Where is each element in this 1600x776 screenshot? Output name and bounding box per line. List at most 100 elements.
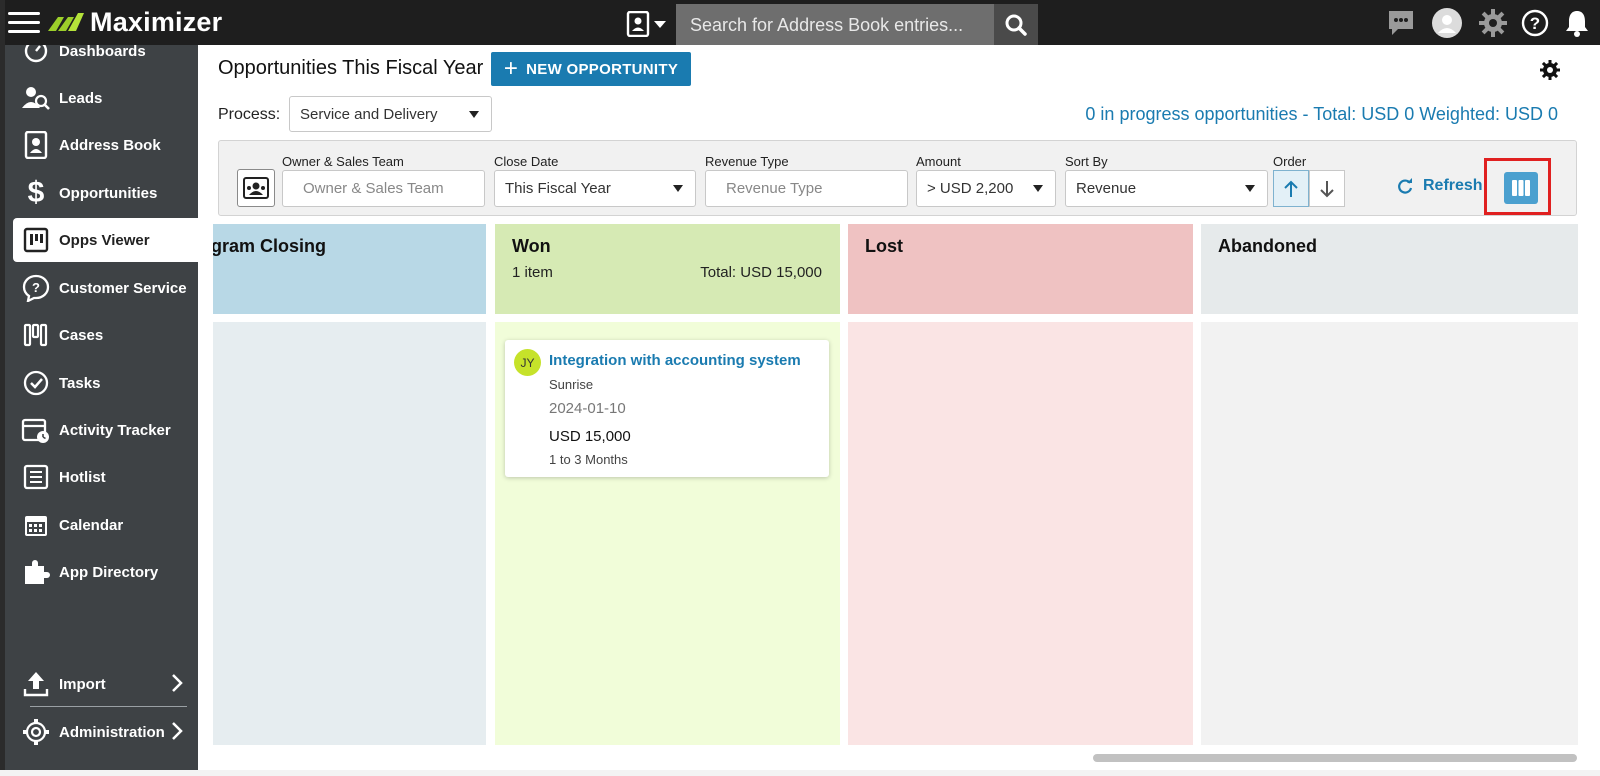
column-header: Lost: [848, 224, 1193, 314]
opportunities-summary[interactable]: 0 in progress opportunities - Total: USD…: [1085, 104, 1558, 125]
plus-icon: +: [503, 55, 519, 82]
bell-icon[interactable]: [1560, 6, 1594, 40]
chevron-right-icon: [172, 722, 183, 740]
caret-down-icon: [673, 185, 683, 192]
horizontal-scrollbar[interactable]: [1093, 754, 1577, 762]
column-body: [1201, 322, 1578, 745]
column-body: JY Integration with accounting system Su…: [495, 322, 840, 745]
process-value: Service and Delivery: [300, 106, 438, 123]
chat-icon[interactable]: [1384, 6, 1418, 40]
column-header: Won 1 item Total: USD 15,000: [495, 224, 840, 314]
calendar-icon: [19, 508, 53, 542]
sidebar-item-calendar[interactable]: Calendar: [13, 503, 198, 547]
opportunity-date: 2024-01-10: [549, 400, 626, 417]
maximizer-logo-icon: [48, 13, 84, 31]
sidebar-item-label: Address Book: [59, 136, 161, 154]
refresh-icon: [1398, 178, 1413, 194]
sort-ascending-button[interactable]: [1273, 170, 1309, 207]
sidebar-item-opportunities[interactable]: $ Opportunities: [13, 171, 198, 215]
amount-select[interactable]: > USD 2,200: [916, 170, 1056, 207]
caret-down-icon: [1245, 185, 1255, 192]
sort-by-value: Revenue: [1076, 180, 1137, 197]
owner-picker-button[interactable]: [237, 169, 275, 207]
cases-icon: [19, 318, 53, 352]
svg-text:?: ?: [32, 280, 40, 295]
revenue-type-label: Revenue Type: [705, 154, 789, 169]
process-label: Process:: [218, 106, 281, 123]
menu-icon[interactable]: [8, 12, 40, 36]
list-icon: [19, 460, 53, 494]
sidebar-item-hotlist[interactable]: Hotlist: [13, 455, 198, 499]
dollar-icon: $: [27, 176, 45, 209]
opportunity-title-link[interactable]: Integration with accounting system: [549, 352, 801, 369]
address-book-dropdown-icon[interactable]: [626, 10, 674, 38]
column-count: 1 item: [512, 264, 553, 281]
sidebar-item-label: Customer Service: [59, 279, 187, 297]
svg-text:?: ?: [1530, 14, 1540, 33]
sidebar-item-cases[interactable]: Cases: [13, 313, 198, 357]
amount-label: Amount: [916, 154, 961, 169]
sidebar-item-label: Leads: [59, 89, 103, 107]
search-button[interactable]: [994, 4, 1038, 45]
owner-filter-input[interactable]: Owner & Sales Team: [282, 170, 485, 207]
gear-icon[interactable]: [1476, 6, 1510, 40]
search-input[interactable]: Search for Address Book entries...: [676, 4, 994, 45]
help-icon[interactable]: ?: [1518, 6, 1552, 40]
sidebar-item-customer-service[interactable]: ? Customer Service: [13, 266, 198, 310]
top-bar: Maximizer Search for Address Book entrie…: [0, 0, 1600, 45]
caret-down-icon: [1033, 185, 1043, 192]
sort-by-label: Sort By: [1065, 154, 1108, 169]
close-date-value: This Fiscal Year: [505, 180, 611, 197]
close-date-select[interactable]: This Fiscal Year: [494, 170, 696, 207]
opportunity-term: 1 to 3 Months: [549, 452, 628, 467]
sidebar-item-leads[interactable]: Leads: [13, 76, 198, 120]
address-book-icon: [19, 128, 53, 162]
opportunity-card[interactable]: JY Integration with accounting system Su…: [505, 340, 829, 477]
sidebar-item-activity-tracker[interactable]: Activity Tracker: [13, 408, 198, 452]
opportunity-amount: USD 15,000: [549, 428, 631, 445]
sidebar-item-label: Opportunities: [59, 184, 158, 202]
upload-icon: [19, 667, 53, 701]
process-select[interactable]: Service and Delivery: [289, 96, 492, 132]
sort-descending-button[interactable]: [1309, 170, 1345, 207]
arrow-up-icon: [1284, 180, 1298, 197]
calendar-clock-icon: [19, 413, 53, 447]
arrow-down-icon: [1320, 180, 1334, 197]
column-title: gram Closing: [213, 236, 327, 256]
owner-filter-label: Owner & Sales Team: [282, 154, 404, 169]
sidebar-item-label: Tasks: [59, 374, 101, 392]
column-title: Won: [512, 236, 551, 256]
opportunity-company: Sunrise: [549, 377, 594, 392]
leads-icon: [19, 81, 53, 115]
new-opportunity-label: NEW OPPORTUNITY: [526, 60, 679, 78]
app-logo[interactable]: Maximizer: [46, 6, 222, 38]
sidebar-item-address-book[interactable]: Address Book: [13, 123, 198, 167]
order-label: Order: [1273, 154, 1307, 169]
check-circle-icon: [19, 366, 53, 400]
column-total: Total: USD 15,000: [700, 264, 822, 281]
amount-value: > USD 2,200: [927, 180, 1014, 197]
puzzle-icon: [19, 555, 53, 589]
sidebar-item-app-directory[interactable]: App Directory: [13, 550, 198, 594]
sidebar-item-tasks[interactable]: Tasks: [13, 361, 198, 405]
customer-service-icon: ?: [19, 271, 53, 305]
sort-by-select[interactable]: Revenue: [1065, 170, 1268, 207]
chevron-right-icon: [172, 674, 183, 692]
opportunity-board: gram Closing Won 1 item Total: USD 15,00…: [213, 224, 1578, 770]
search-icon: [1005, 14, 1027, 36]
kanban-icon: [19, 223, 53, 257]
view-settings-gear-icon[interactable]: [1538, 58, 1562, 82]
app-name: Maximizer: [90, 6, 223, 37]
filter-bar: Owner & Sales Team Owner & Sales Team Cl…: [218, 140, 1577, 216]
order-toggle: [1273, 170, 1345, 207]
sidebar-item-opps-viewer[interactable]: Opps Viewer: [13, 218, 198, 262]
user-avatar-icon[interactable]: [1430, 6, 1464, 40]
column-body: [213, 322, 486, 745]
sidebar-item-label: Calendar: [59, 516, 124, 534]
revenue-type-input[interactable]: Revenue Type: [705, 170, 908, 207]
refresh-button[interactable]: Refresh: [1397, 177, 1483, 195]
sidebar-item-import[interactable]: Import: [13, 662, 198, 706]
new-opportunity-button[interactable]: + NEW OPPORTUNITY: [491, 52, 691, 86]
sidebar-item-label: Opps Viewer: [59, 231, 150, 249]
sidebar-item-administration[interactable]: Administration: [13, 710, 198, 754]
